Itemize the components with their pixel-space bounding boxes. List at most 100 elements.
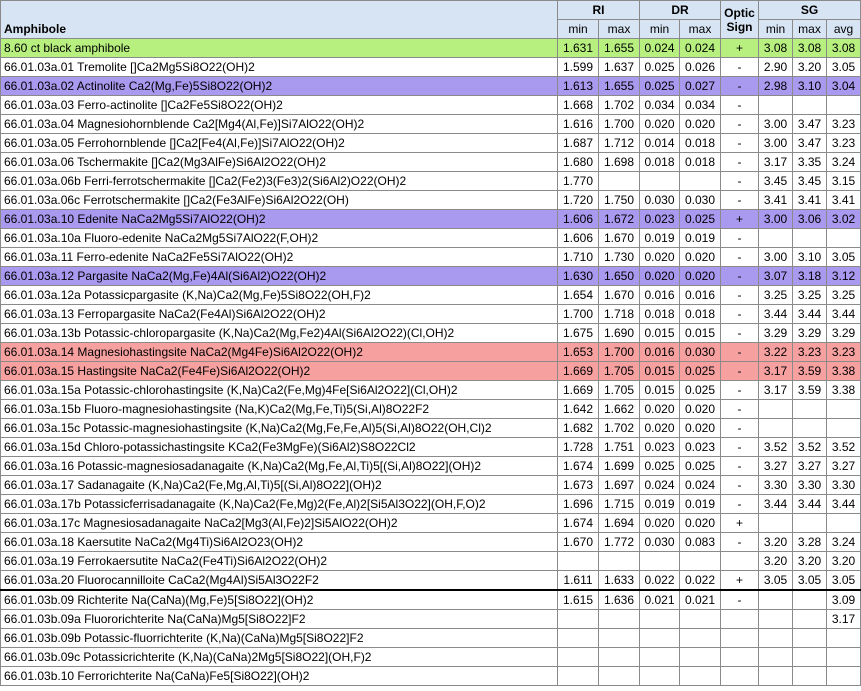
table-row: 66.01.03a.02 Actinolite Ca2(Mg,Fe)5Si8O2… [0, 76, 861, 96]
dr-max-cell [679, 609, 721, 629]
sg-avg-cell: 3.24 [825, 152, 861, 172]
sg-avg-cell: 3.52 [825, 437, 861, 457]
mineral-name-cell: 66.01.03b.09 Richterite Na(CaNa)(Mg,Fe)5… [0, 589, 558, 610]
sg-avg-cell: 3.05 [825, 247, 861, 267]
dr-max-cell: 0.020 [679, 399, 721, 419]
sg-min-cell [758, 418, 793, 438]
dr-max-cell: 0.018 [679, 304, 721, 324]
table-row: 66.01.03a.15 Hastingsite NaCa2(Fe4Fe)Si6… [0, 361, 861, 381]
optic-sign-cell: - [720, 57, 759, 77]
sg-max-header: max [792, 19, 827, 39]
table-row: 66.01.03a.06c Ferrotschermakite []Ca2(Fe… [0, 190, 861, 210]
dr-max-cell: 0.025 [679, 456, 721, 476]
sg-min-cell: 3.17 [758, 380, 793, 400]
ri-min-cell: 1.670 [557, 532, 599, 552]
optic-sign-cell: - [720, 190, 759, 210]
dr-max-cell: 0.025 [679, 361, 721, 381]
sg-min-cell [758, 589, 793, 610]
optic-sign-cell: - [720, 361, 759, 381]
mineral-name-cell: 66.01.03a.12a Potassicpargasite (K,Na)Ca… [0, 285, 558, 305]
table-row: 66.01.03a.18 Kaersutite NaCa2(Mg4Ti)Si6A… [0, 532, 861, 552]
optic-sign-cell: - [720, 380, 759, 400]
optic-sign-cell: - [720, 532, 759, 552]
mineral-name-cell: 66.01.03a.19 Ferrokaersutite NaCa2(Fe4Ti… [0, 551, 558, 571]
sg-max-cell: 3.25 [792, 285, 827, 305]
mineral-name-cell: 66.01.03a.03 Ferro-actinolite []Ca2Fe5Si… [0, 95, 558, 115]
dr-min-cell: 0.019 [639, 494, 680, 514]
sg-avg-cell: 3.38 [825, 361, 861, 381]
sg-avg-cell: 3.23 [825, 133, 861, 153]
optic-sign-cell: + [720, 570, 759, 591]
ri-max-cell: 1.702 [598, 95, 640, 115]
dr-min-cell: 0.014 [639, 133, 680, 153]
optic-sign-cell: - [720, 171, 759, 191]
ri-min-cell: 1.669 [557, 380, 599, 400]
dr-max-cell: 0.020 [679, 513, 721, 533]
dr-min-cell [639, 647, 680, 667]
ri-max-cell: 1.637 [598, 57, 640, 77]
ri-min-cell: 1.674 [557, 513, 599, 533]
dr-max-cell: 0.034 [679, 95, 721, 115]
ri-max-cell: 1.633 [598, 570, 640, 591]
optic-sign-cell: + [720, 209, 759, 229]
sg-min-cell: 3.17 [758, 152, 793, 172]
sg-max-cell: 3.47 [792, 114, 827, 134]
ri-min-cell: 1.668 [557, 95, 599, 115]
ri-min-cell [557, 666, 599, 686]
optic-sign-cell [720, 666, 759, 686]
sg-avg-cell: 3.05 [825, 570, 861, 591]
dr-min-cell: 0.020 [639, 418, 680, 438]
dr-min-cell: 0.020 [639, 266, 680, 286]
sg-max-cell: 3.08 [792, 38, 827, 58]
ri-min-cell: 1.631 [557, 38, 599, 58]
mineral-name-cell: 66.01.03a.12 Pargasite NaCa2(Mg,Fe)4Al(S… [0, 266, 558, 286]
table-body: 8.60 ct black amphibole 1.631 1.655 0.024 0.… [0, 38, 861, 686]
dr-max-cell: 0.022 [679, 570, 721, 591]
ri-min-cell: 1.682 [557, 418, 599, 438]
optic-sign-cell: - [720, 304, 759, 324]
ri-min-cell: 1.674 [557, 456, 599, 476]
dr-max-cell: 0.026 [679, 57, 721, 77]
sg-avg-cell: 3.44 [825, 494, 861, 514]
sg-min-cell: 3.20 [758, 551, 793, 571]
optic-sign-cell: - [720, 114, 759, 134]
dr-min-cell: 0.022 [639, 570, 680, 591]
mineral-name-cell: 66.01.03b.09a Fluororichterite Na(CaNa)M… [0, 609, 558, 629]
mineral-name-cell: 66.01.03a.04 Magnesiohornblende Ca2[Mg4(… [0, 114, 558, 134]
dr-min-cell: 0.025 [639, 76, 680, 96]
ri-max-cell: 1.718 [598, 304, 640, 324]
dr-min-cell [639, 551, 680, 571]
ri-min-cell [557, 628, 599, 648]
mineral-name-cell: 66.01.03a.17b Potassicferrisadanagaite (… [0, 494, 558, 514]
ri-min-cell: 1.728 [557, 437, 599, 457]
sg-min-cell [758, 513, 793, 533]
sg-max-cell: 3.45 [792, 171, 827, 191]
ri-max-cell [598, 171, 640, 191]
sg-min-cell [758, 95, 793, 115]
ri-min-header: min [557, 19, 599, 39]
dr-min-header: min [639, 19, 680, 39]
sg-max-cell [792, 95, 827, 115]
sg-avg-cell [825, 399, 861, 419]
mineral-name-cell: 66.01.03a.13b Potassic-chloropargasite (… [0, 323, 558, 343]
optic-sign-cell: - [720, 323, 759, 343]
sg-avg-cell: 3.30 [825, 475, 861, 495]
mineral-name-cell: 66.01.03a.06c Ferrotschermakite []Ca2(Fe… [0, 190, 558, 210]
dr-max-cell: 0.020 [679, 266, 721, 286]
dr-min-cell: 0.024 [639, 475, 680, 495]
dr-min-cell: 0.020 [639, 114, 680, 134]
sg-max-cell [792, 666, 827, 686]
ri-max-cell [598, 609, 640, 629]
dr-max-cell: 0.024 [679, 38, 721, 58]
dr-max-cell: 0.020 [679, 114, 721, 134]
sg-avg-cell: 3.12 [825, 266, 861, 286]
sg-avg-cell: 3.09 [825, 589, 861, 610]
sg-min-header: min [758, 19, 793, 39]
dr-min-cell: 0.023 [639, 209, 680, 229]
sg-min-cell [758, 647, 793, 667]
sg-max-cell: 3.27 [792, 456, 827, 476]
sg-avg-cell [825, 513, 861, 533]
mineral-name-cell: 66.01.03a.10a Fluoro-edenite NaCa2Mg5Si7… [0, 228, 558, 248]
sg-max-cell: 3.44 [792, 494, 827, 514]
ri-max-cell: 1.699 [598, 456, 640, 476]
